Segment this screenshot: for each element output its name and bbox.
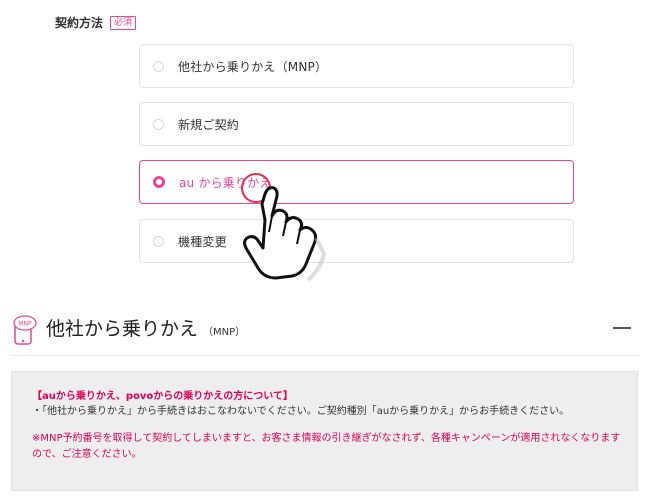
required-badge: 必須 [110,15,137,30]
mnp-section-title: 他社から乗りかえ （MNP） [46,314,245,341]
option-new-contract[interactable]: 新規ご契約 [139,102,574,146]
option-model-change-label: 機種変更 [178,234,227,249]
radio-new-contract[interactable] [153,118,164,130]
option-mnp-label: 他社から乗りかえ（MNP） [178,59,328,74]
contract-method-label: 契約方法 必須 [55,14,137,31]
radio-mnp[interactable] [153,60,164,72]
radio-model-change[interactable] [153,235,164,247]
notice-item: ・「他社から乗りかえ」から手続きはおこなわないでください。ご契約種別「auから乗… [32,406,570,417]
mnp-title-text: 他社から乗りかえ [46,318,199,340]
radio-au-switch[interactable] [153,176,165,188]
pointing-hand-icon [241,173,327,282]
mnp-section-header[interactable]: MNP 他社から乗りかえ （MNP） [12,310,639,356]
mnp-subtitle: （MNP） [203,327,246,338]
mnp-icon-text: MNP [18,321,32,328]
option-new-contract-label: 新規ご契約 [178,117,240,132]
notice-warning: ※MNP予約番号を取得して契約してしまいますと、お客さま情報の引き継ぎがなされず… [32,433,621,460]
minus-icon[interactable] [613,327,631,329]
notice-box: 【auから乗りかえ、povoからの乗りかえの方について】 ・「他社から乗りかえ」… [11,371,638,491]
option-mnp[interactable]: 他社から乗りかえ（MNP） [139,44,574,88]
contract-method-title: 契約方法 [55,16,104,30]
smartphone-mnp-icon: MNP [13,315,37,345]
notice-title: 【auから乗りかえ、povoからの乗りかえの方について】 [32,391,293,402]
